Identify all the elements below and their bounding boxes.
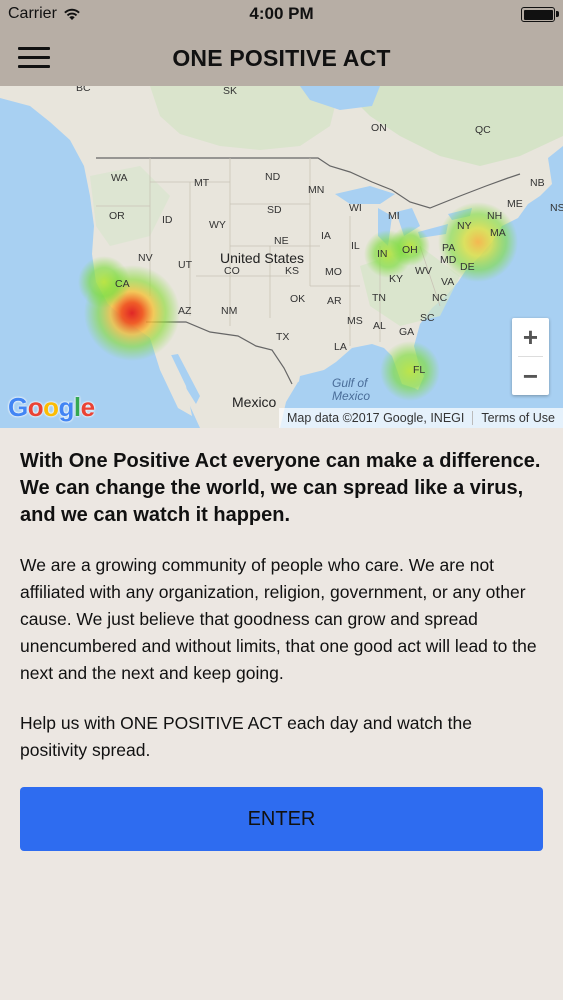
map-label-ms: MS [347, 315, 363, 327]
map-label-ca: CA [115, 278, 130, 290]
map-label-ks: KS [285, 265, 300, 277]
map-attribution: Map data ©2017 Google, INEGI Terms of Us… [278, 408, 563, 428]
map-label-ar: AR [327, 295, 342, 307]
map-label-oh: OH [402, 244, 418, 256]
map-label-united-states: United States [220, 250, 305, 266]
map-label-bc: BC [76, 86, 91, 94]
map-label-ok: OK [290, 293, 306, 305]
map-label-wa: WA [111, 172, 128, 184]
map-label-mexico: Mexico [232, 394, 277, 410]
status-bar: Carrier 4:00 PM [0, 0, 563, 28]
map-label-wi: WI [349, 202, 362, 214]
map-label-nm: NM [221, 305, 238, 317]
enter-button[interactable]: ENTER [20, 787, 543, 851]
map-label-nc: NC [432, 292, 448, 304]
map-label-pa: PA [442, 242, 456, 254]
map-label-in: IN [377, 248, 388, 260]
page-title: ONE POSITIVE ACT [172, 45, 391, 71]
map-label-md: MD [440, 254, 457, 266]
map-label-ny: NY [457, 220, 472, 232]
intro-content: With One Positive Act everyone can make … [20, 448, 543, 764]
headline-text: With One Positive Act everyone can make … [20, 450, 541, 526]
battery-icon [521, 7, 559, 22]
map-label-tn: TN [372, 292, 386, 304]
map-label-wy: WY [209, 219, 226, 231]
heat-spot-florida [380, 341, 440, 401]
map-label-sk: SK [223, 86, 238, 97]
map-label-ga: GA [399, 326, 415, 338]
map-label-ia: IA [321, 230, 331, 242]
zoom-control: + − [512, 318, 549, 395]
gulf-label-line2: Mexico [332, 389, 371, 403]
map-label-la: LA [334, 341, 347, 353]
map-label-nh: NH [487, 210, 503, 222]
call-to-action-paragraph: Help us with ONE POSITIVE ACT each day a… [20, 713, 472, 760]
zoom-in-button[interactable]: + [512, 318, 549, 356]
map-label-ns: NS [550, 202, 563, 214]
map-label-az: AZ [178, 305, 192, 317]
map-label-il: IL [351, 240, 360, 252]
map-label-on: ON [371, 122, 387, 134]
clock: 4:00 PM [249, 4, 314, 23]
map-label-wv: WV [415, 265, 432, 277]
terms-of-use-link[interactable]: Terms of Use [472, 411, 563, 425]
map-label-or: OR [109, 210, 125, 222]
map-label-ky: KY [389, 273, 404, 285]
map-label-fl: FL [413, 364, 426, 376]
map-label-va: VA [441, 276, 455, 288]
map-label-co: CO [224, 265, 240, 277]
map-data-attribution: Map data ©2017 Google, INEGI [286, 411, 465, 425]
map-label-mi: MI [388, 210, 400, 222]
map-label-nd: ND [265, 171, 281, 183]
map-label-de: DE [460, 261, 475, 273]
map-label-gulf: Gulf of Mexico [332, 377, 370, 403]
map-label-ut: UT [178, 259, 192, 271]
map-label-nb: NB [530, 177, 545, 189]
map-label-sd: SD [267, 204, 282, 216]
heatmap-map[interactable]: BC SK ON QC NB NS WA MT ND MN WI MI ME N… [0, 86, 563, 428]
map-label-ne: NE [274, 235, 289, 247]
map-label-me: ME [507, 198, 523, 210]
map-label-mt: MT [194, 177, 210, 189]
map-label-mn: MN [308, 184, 325, 196]
zoom-out-button[interactable]: − [512, 357, 549, 395]
map-label-id: ID [162, 214, 173, 226]
app-header: ONE POSITIVE ACT [0, 28, 563, 86]
google-logo: Google [8, 392, 95, 422]
map-label-nv: NV [138, 252, 153, 264]
map-label-ma: MA [490, 227, 506, 239]
description-paragraph: We are a growing community of people who… [20, 555, 537, 683]
map-label-mo: MO [325, 266, 342, 278]
map-label-tx: TX [276, 331, 290, 343]
map-label-sc: SC [420, 312, 435, 324]
map-label-al: AL [373, 320, 386, 332]
map-label-qc: QC [475, 124, 491, 136]
